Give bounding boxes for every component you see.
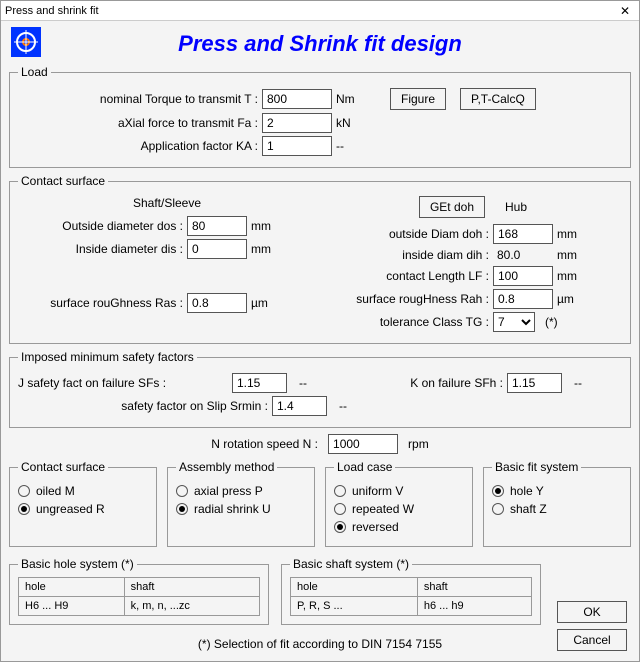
axial-label: aXial force to transmit Fa :: [18, 116, 258, 130]
axial-input[interactable]: [262, 113, 332, 133]
footnote: (*) Selection of fit according to DIN 71…: [7, 637, 633, 651]
radio-radial-shrink[interactable]: radial shrink U: [176, 502, 306, 516]
dih-unit: mm: [557, 248, 585, 262]
speed-label: N rotation speed N :: [211, 437, 318, 451]
group-safety: Imposed minimum safety factors J safety …: [9, 350, 631, 428]
dis-label: Inside diameter dis :: [18, 242, 183, 256]
rah-label: surface rougHness Rah :: [324, 292, 489, 306]
titlebar: Press and shrink fit ✕: [1, 1, 639, 21]
dos-input[interactable]: [187, 216, 247, 236]
speed-unit: rpm: [408, 437, 429, 451]
sfh-input[interactable]: [507, 373, 562, 393]
window-title: Press and shrink fit: [5, 5, 99, 17]
ka-label: Application factor KA :: [18, 139, 258, 153]
dih-value: 80.0: [493, 247, 553, 263]
legend-contact: Contact surface: [18, 174, 108, 188]
rah-unit: µm: [557, 292, 585, 306]
radio-shaft[interactable]: shaft Z: [492, 502, 622, 516]
dos-label: Outside diameter dos :: [18, 219, 183, 233]
radio-uniform[interactable]: uniform V: [334, 484, 464, 498]
dialog-window: Press and shrink fit ✕ Press and Shrink …: [0, 0, 640, 662]
shaft-heading: Shaft/Sleeve: [18, 196, 316, 210]
sfs-label: J safety fact on failure SFs :: [18, 376, 228, 390]
radio-hole[interactable]: hole Y: [492, 484, 622, 498]
cancel-button[interactable]: Cancel: [557, 629, 627, 651]
torque-input[interactable]: [262, 89, 332, 109]
speed-input[interactable]: [328, 434, 398, 454]
radio-axial-press[interactable]: axial press P: [176, 484, 306, 498]
radio-repeated[interactable]: repeated W: [334, 502, 464, 516]
axial-unit: kN: [336, 116, 364, 130]
legend-safety: Imposed minimum safety factors: [18, 350, 197, 364]
sfs-input[interactable]: [232, 373, 287, 393]
ka-unit: --: [336, 139, 364, 153]
figure-button[interactable]: Figure: [390, 88, 446, 110]
radio-reversed[interactable]: reversed: [334, 520, 464, 534]
srmin-input[interactable]: [272, 396, 327, 416]
doh-input[interactable]: [493, 224, 553, 244]
tg-select[interactable]: 7: [493, 312, 535, 332]
group-load: Load nominal Torque to transmit T : Nm F…: [9, 65, 631, 168]
ras-input[interactable]: [187, 293, 247, 313]
torque-label: nominal Torque to transmit T :: [18, 92, 258, 106]
hub-heading: Hub: [505, 200, 527, 214]
ka-input[interactable]: [262, 136, 332, 156]
lf-unit: mm: [557, 269, 585, 283]
group-assembly: Assembly method axial press P radial shr…: [167, 460, 315, 547]
srmin-dash: --: [339, 399, 347, 413]
tg-note: (*): [545, 315, 558, 329]
dis-unit: mm: [251, 242, 279, 256]
lf-input[interactable]: [493, 266, 553, 286]
lf-label: contact Length LF :: [324, 269, 489, 283]
pt-calcq-button[interactable]: P,T-CalcQ: [460, 88, 536, 110]
app-icon: [11, 27, 41, 57]
dih-label: inside diam dih :: [324, 248, 489, 262]
group-basic-shaft: Basic shaft system (*) holeshaft P, R, S…: [281, 557, 541, 625]
group-fit-system: Basic fit system hole Y shaft Z: [483, 460, 631, 547]
ras-unit: µm: [251, 296, 279, 310]
sfh-label: K on failure SFh :: [363, 376, 503, 390]
basic-shaft-table: holeshaft P, R, S ...h6 ... h9: [290, 577, 532, 616]
radio-oiled[interactable]: oiled M: [18, 484, 148, 498]
doh-label: outside Diam doh :: [324, 227, 489, 241]
tg-label: tolerance Class TG :: [324, 315, 489, 329]
group-basic-hole: Basic hole system (*) holeshaft H6 ... H…: [9, 557, 269, 625]
group-contact: Contact surface Shaft/Sleeve Outside dia…: [9, 174, 631, 344]
ras-label: surface rouGhness Ras :: [18, 296, 183, 310]
doh-unit: mm: [557, 227, 585, 241]
basic-hole-table: holeshaft H6 ... H9k, m, n, ...zc: [18, 577, 260, 616]
ok-button[interactable]: OK: [557, 601, 627, 623]
dos-unit: mm: [251, 219, 279, 233]
page-title: Press and Shrink fit design: [7, 31, 633, 57]
torque-unit: Nm: [336, 92, 364, 106]
get-doh-button[interactable]: GEt doh: [419, 196, 485, 218]
group-load-case: Load case uniform V repeated W reversed: [325, 460, 473, 547]
dis-input[interactable]: [187, 239, 247, 259]
sfs-dash: --: [299, 376, 307, 390]
srmin-label: safety factor on Slip Srmin :: [18, 399, 268, 413]
group-contact-surface: Contact surface oiled M ungreased R: [9, 460, 157, 547]
rah-input[interactable]: [493, 289, 553, 309]
radio-ungreased[interactable]: ungreased R: [18, 502, 148, 516]
close-icon[interactable]: ✕: [615, 4, 635, 18]
sfh-dash: --: [574, 376, 582, 390]
legend-load: Load: [18, 65, 51, 79]
